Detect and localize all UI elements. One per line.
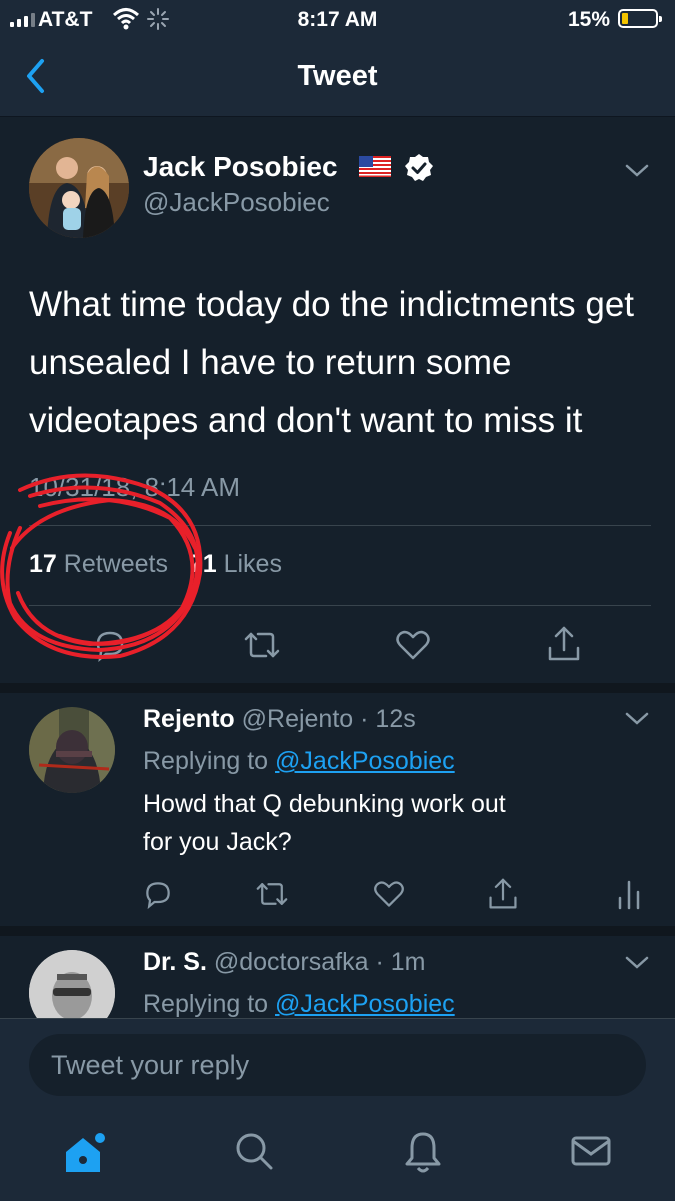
- author-avatar[interactable]: [29, 138, 129, 238]
- reply-author-name[interactable]: Dr. S.: [143, 948, 207, 976]
- reply-time: 12s: [375, 705, 416, 733]
- reply-text: Howd that Q debunking work out for you J…: [143, 785, 506, 861]
- reply-avatar[interactable]: [29, 707, 115, 793]
- reply-author-name[interactable]: Rejento: [143, 705, 235, 733]
- separator: [0, 683, 675, 693]
- tweet-reply-input[interactable]: Tweet your reply: [29, 1034, 646, 1096]
- chevron-down-icon[interactable]: [624, 162, 650, 180]
- replying-label: Replying to: [143, 747, 269, 775]
- author-handle[interactable]: @JackPosobiec: [143, 187, 330, 218]
- page-title: Tweet: [297, 60, 378, 92]
- battery-percent: 15%: [568, 8, 611, 31]
- reply-author-handle[interactable]: @Rejento: [242, 705, 354, 733]
- red-annotation-scribble: [0, 473, 203, 659]
- reply-header: Rejento @Rejento · 12s: [143, 705, 416, 733]
- share-icon[interactable]: [487, 876, 519, 912]
- tweet-text: What time today do the indictments get u…: [29, 285, 635, 440]
- verified-badge-icon: [405, 154, 433, 181]
- reply-icon[interactable]: [142, 878, 174, 910]
- chevron-down-icon[interactable]: [624, 710, 650, 728]
- share-icon[interactable]: [546, 624, 582, 664]
- bell-icon[interactable]: [402, 1130, 444, 1176]
- replying-to: Replying to @JackPosobiec: [143, 990, 455, 1018]
- reply-avatar[interactable]: [29, 950, 115, 1018]
- battery-icon: [618, 9, 662, 28]
- heart-icon[interactable]: [394, 627, 432, 663]
- retweet-icon[interactable]: [254, 878, 290, 910]
- search-icon[interactable]: [233, 1130, 275, 1172]
- us-flag-icon: [359, 156, 391, 177]
- reply-header: Dr. S. @doctorsafka · 1m: [143, 948, 426, 976]
- replying-label: Replying to: [143, 990, 269, 1018]
- heart-icon[interactable]: [372, 878, 406, 910]
- separator: [0, 926, 675, 936]
- mail-icon[interactable]: [570, 1130, 612, 1172]
- reply-time: 1m: [390, 948, 426, 976]
- likes-label: Likes: [223, 550, 282, 578]
- retweet-icon[interactable]: [242, 627, 282, 663]
- replying-to-link[interactable]: @JackPosobiec: [275, 990, 455, 1018]
- reply-author-handle[interactable]: @doctorsafka: [214, 948, 369, 976]
- analytics-icon[interactable]: [616, 878, 642, 910]
- reply-text-line: Howd that Q debunking work out: [143, 790, 506, 818]
- author-name[interactable]: Jack Posobiec: [143, 151, 338, 183]
- replying-to: Replying to @JackPosobiec: [143, 747, 455, 776]
- home-icon[interactable]: [62, 1130, 108, 1176]
- reply-item: Dr. S. @doctorsafka · 1m Replying to @Ja…: [0, 936, 675, 1018]
- replying-to-link[interactable]: @JackPosobiec: [275, 747, 455, 775]
- reply-text-line: for you Jack?: [143, 828, 292, 856]
- chevron-down-icon[interactable]: [624, 954, 650, 972]
